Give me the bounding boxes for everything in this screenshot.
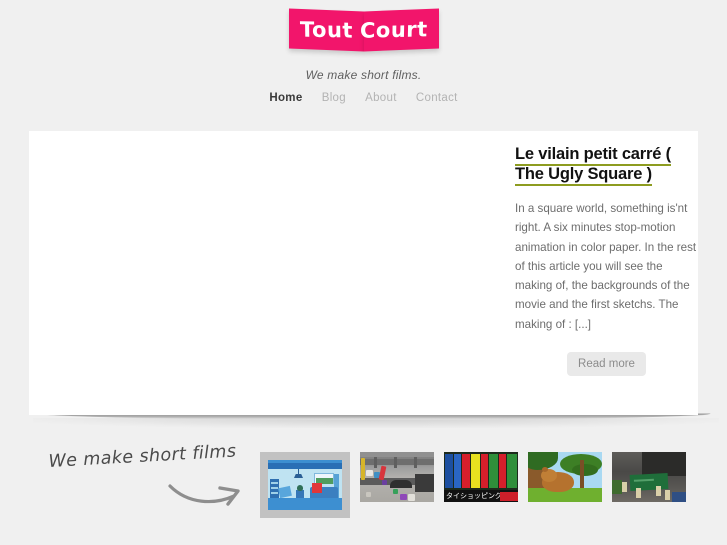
thumbnail-item-paper-living-room[interactable] [260,452,350,518]
post-title-link[interactable]: Le vilain petit carré ( The Ugly Square … [515,145,671,186]
thumbnail-frame [612,452,686,502]
nav-item-home[interactable]: Home [269,92,302,104]
thumbnail-item-cartoon-bear[interactable] [528,452,602,502]
thumbnail-item-street-toys[interactable] [360,452,434,502]
thumbnail-image-cartoon-bear [528,452,602,502]
read-more-row: Read more [515,352,698,377]
site-header: Tout Court We make short films. Home Blog… [0,0,727,104]
content-panel-wrapper: Le vilain petit carré ( The Ugly Square … [29,131,719,428]
thumbnail-frame: タイショッピング [444,452,518,502]
thumbnail-image-paper-living-room [268,460,342,510]
content-panel: Le vilain petit carré ( The Ugly Square … [29,131,698,415]
logo-text-part2: Court [359,17,428,43]
site-logo[interactable]: Tout Court [288,8,439,56]
thumbnail-item-japanese-signage[interactable]: タイショッピング [444,452,518,502]
logo-text-part1: Tout [299,17,353,43]
curved-arrow-right-icon [168,478,248,515]
nav-item-about[interactable]: About [365,92,397,104]
logo-text: Tout Court [289,10,439,50]
thumbnail-frame [528,452,602,502]
promo-block: We make short films [40,441,265,515]
thumbnail-strip: タイショッピング [260,452,696,518]
thumbnail-image-street-toys [360,452,434,502]
thumbnail-frame [360,452,434,502]
main-nav: Home Blog About Contact [0,92,727,104]
featured-post: Le vilain petit carré ( The Ugly Square … [515,144,698,377]
thumbnail-item-circuit-board[interactable] [612,452,686,502]
thumbnail-image-japanese-signage: タイショッピング [444,452,518,502]
site-tagline: We make short films. [305,68,422,82]
promo-handwritten-text: We make short films [48,441,237,472]
thumbnail-frame-selected [260,452,350,518]
nav-item-blog[interactable]: Blog [322,92,346,104]
read-more-button[interactable]: Read more [567,352,646,377]
thumbnail-image-circuit-board [612,452,686,502]
post-title: Le vilain petit carré ( The Ugly Square … [515,144,698,186]
post-excerpt: In a square world, something is'nt right… [515,202,697,331]
nav-item-contact[interactable]: Contact [416,92,458,104]
thumbnail-sign-text: タイショッピング [446,492,502,500]
